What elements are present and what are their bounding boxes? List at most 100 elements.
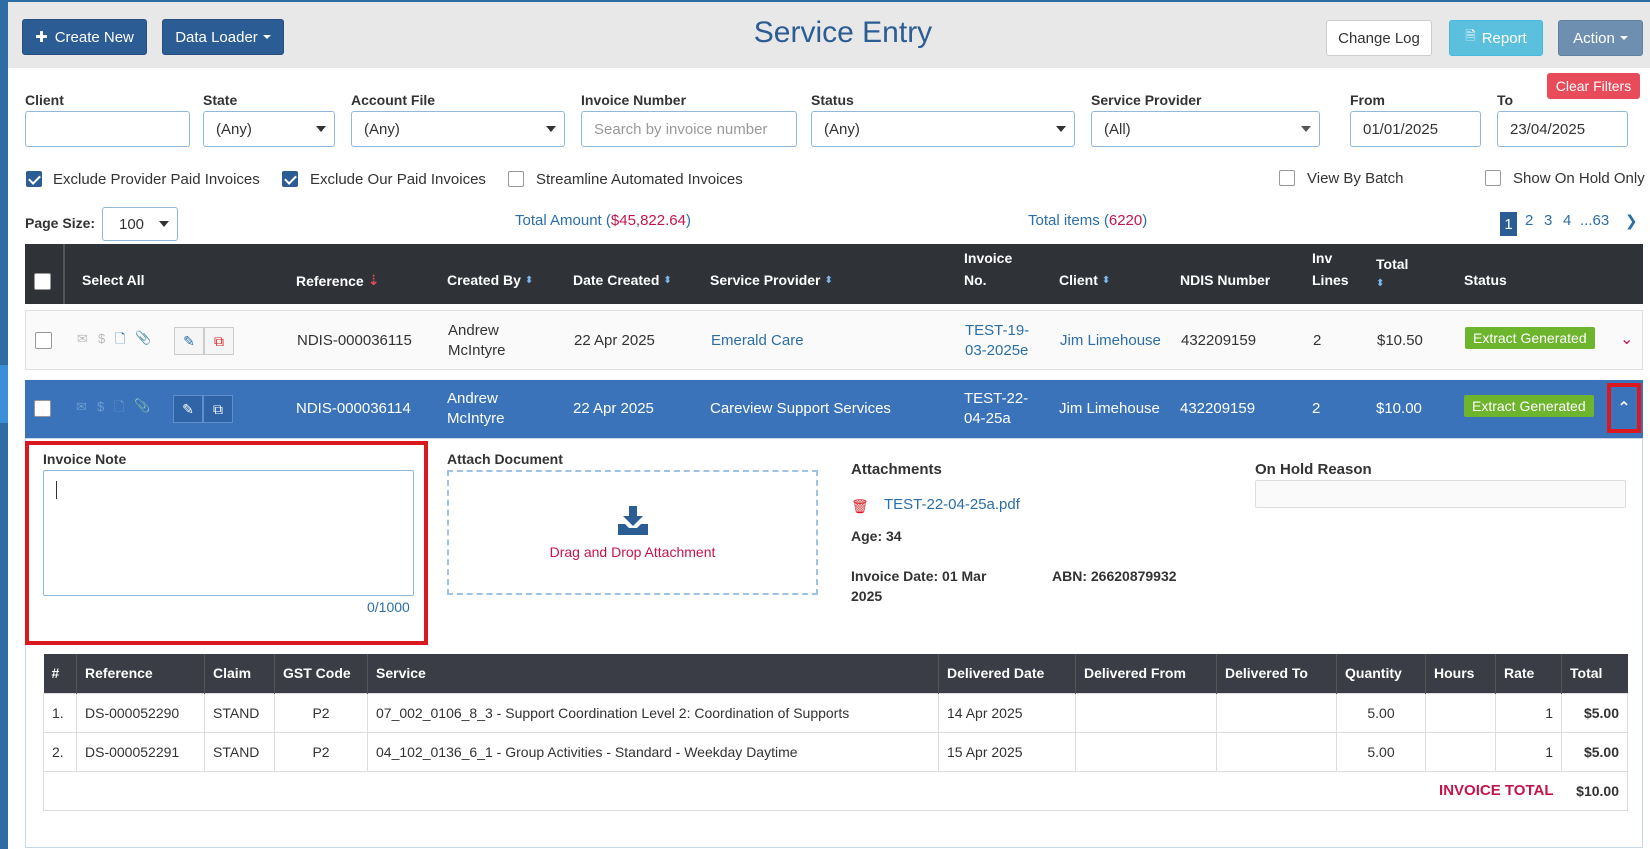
to-date-input[interactable]: 23/04/2025 bbox=[1497, 111, 1628, 147]
chevron-up-icon[interactable]: ⌃ bbox=[1607, 383, 1641, 433]
line-reference: DS-000052291 bbox=[76, 731, 205, 772]
row-date-created: 22 Apr 2025 bbox=[574, 332, 655, 349]
service-provider-header[interactable]: Service Provider ⬍ bbox=[710, 272, 833, 288]
change-log-button[interactable]: Change Log bbox=[1326, 20, 1432, 56]
copy-icon: ⧉ bbox=[214, 332, 224, 349]
row-ndis-number: 432209159 bbox=[1181, 332, 1257, 349]
view-by-batch-checkbox[interactable] bbox=[1279, 170, 1295, 186]
service-provider-select[interactable]: (All) bbox=[1091, 111, 1320, 147]
line-gst-code: P2 bbox=[274, 692, 368, 733]
attachments-label: Attachments bbox=[851, 461, 942, 478]
invoice-number-input[interactable]: Search by invoice number bbox=[581, 111, 797, 147]
row-invoice-link[interactable]: TEST-22- bbox=[964, 389, 1028, 409]
page-header: ✚ Create New Data Loader Service Entry Ch… bbox=[8, 2, 1650, 68]
chevron-down-icon[interactable]: ⌄ bbox=[1620, 329, 1633, 349]
row-invoice-link[interactable]: 04-25a bbox=[964, 409, 1011, 429]
attachment-file-link[interactable]: TEST-22-04-25a.pdf bbox=[884, 496, 1020, 513]
inv-lines-header-2: Lines bbox=[1312, 272, 1349, 288]
page-title: Service Entry bbox=[753, 16, 933, 49]
page-1-button[interactable]: 1 bbox=[1500, 212, 1517, 236]
show-on-hold-checkbox[interactable] bbox=[1485, 170, 1501, 186]
table-row: 2. DS-000052291 STAND P2 04_102_0136_6_1… bbox=[43, 731, 1628, 772]
reference-header[interactable]: Reference ⇣ bbox=[296, 272, 379, 289]
sort-icon: ⬍ bbox=[524, 274, 534, 286]
account-file-select[interactable]: (Any) bbox=[351, 111, 565, 147]
page-63-button[interactable]: ...63 bbox=[1580, 212, 1609, 229]
view-by-batch-label: View By Batch bbox=[1307, 170, 1404, 187]
created-by-header[interactable]: Created By ⬍ bbox=[447, 272, 533, 288]
status-label: Status bbox=[811, 92, 854, 108]
row-checkbox[interactable] bbox=[35, 332, 52, 349]
row-invoice-link[interactable]: 03-2025e bbox=[965, 341, 1028, 361]
select-all-checkbox[interactable] bbox=[34, 273, 51, 290]
file-icon[interactable]: 🗋 bbox=[114, 398, 124, 420]
exclude-our-paid-checkbox[interactable] bbox=[282, 171, 298, 187]
select-all-label: Select All bbox=[82, 272, 145, 288]
row-client-link[interactable]: Jim Limehouse bbox=[1060, 331, 1161, 351]
row-service-provider-link[interactable]: Emerald Care bbox=[711, 331, 804, 351]
invoice-note-label: Invoice Note bbox=[43, 451, 127, 467]
file-icon[interactable]: 🗋 bbox=[115, 330, 125, 352]
select-arrow-icon bbox=[159, 221, 169, 227]
streamline-checkbox[interactable] bbox=[508, 171, 524, 187]
file-excel-icon: 🗎 bbox=[1465, 28, 1476, 43]
select-arrow-icon bbox=[1056, 126, 1066, 132]
table-row-selected[interactable]: ✉ $ 🗋 📎 ✎ ⧉ NDIS-000036114 Andrew McInty… bbox=[25, 380, 1643, 438]
state-select[interactable]: (Any) bbox=[203, 111, 335, 147]
row-checkbox[interactable] bbox=[34, 400, 51, 417]
copy-button[interactable]: ⧉ bbox=[203, 395, 233, 423]
row-date-created: 22 Apr 2025 bbox=[573, 400, 654, 417]
page-4-button[interactable]: 4 bbox=[1563, 212, 1571, 229]
status-badge: Extract Generated bbox=[1464, 395, 1594, 417]
col-total: Total bbox=[1561, 654, 1628, 693]
status-select[interactable]: (Any) bbox=[811, 111, 1075, 147]
clear-filters-button[interactable]: Clear Filters bbox=[1547, 73, 1640, 99]
row-created-by: Andrew bbox=[447, 390, 498, 407]
text-cursor bbox=[56, 481, 57, 499]
total-header[interactable]: Total bbox=[1376, 256, 1408, 272]
row-service-provider-link[interactable]: Careview Support Services bbox=[710, 399, 891, 419]
page-2-button[interactable]: 2 bbox=[1525, 212, 1533, 229]
col-delivered-to: Delivered To bbox=[1216, 654, 1337, 693]
page-3-button[interactable]: 3 bbox=[1544, 212, 1552, 229]
date-created-header[interactable]: Date Created ⬍ bbox=[573, 272, 672, 288]
invoice-total-row: INVOICE TOTAL $10.00 bbox=[43, 770, 1628, 811]
page-size-select[interactable]: 100 bbox=[102, 207, 178, 241]
attachment-drop-zone[interactable]: Drag and Drop Attachment bbox=[447, 470, 818, 595]
invoice-note-textarea[interactable] bbox=[43, 470, 414, 596]
line-delivered-from bbox=[1075, 692, 1217, 733]
table-row: 1. DS-000052290 STAND P2 07_002_0106_8_3… bbox=[43, 692, 1628, 733]
edit-button[interactable]: ✎ bbox=[173, 395, 203, 423]
line-delivered-date: 15 Apr 2025 bbox=[938, 731, 1076, 772]
exclude-our-paid-label: Exclude Our Paid Invoices bbox=[310, 171, 486, 188]
status-badge: Extract Generated bbox=[1465, 327, 1595, 349]
from-date-input[interactable]: 01/01/2025 bbox=[1350, 111, 1481, 147]
age-text: Age: 34 bbox=[851, 528, 902, 544]
edit-button[interactable]: ✎ bbox=[174, 327, 204, 355]
line-gst-code: P2 bbox=[274, 731, 368, 772]
table-header: Select All Reference ⇣ Created By ⬍ Date C… bbox=[25, 244, 1643, 304]
col-service: Service bbox=[367, 654, 939, 693]
on-hold-reason-input[interactable] bbox=[1255, 480, 1626, 508]
row-invoice-link[interactable]: TEST-19- bbox=[965, 321, 1029, 341]
data-loader-button[interactable]: Data Loader bbox=[162, 19, 284, 55]
next-page-icon[interactable]: ❯ bbox=[1625, 212, 1638, 230]
row-reference: NDIS-000036115 bbox=[297, 332, 412, 349]
line-claim: STAND bbox=[204, 692, 275, 733]
trash-icon[interactable]: 🗑 bbox=[851, 498, 869, 515]
line-delivered-to bbox=[1216, 731, 1337, 772]
client-header[interactable]: Client ⬍ bbox=[1059, 272, 1110, 288]
create-new-button[interactable]: ✚ Create New bbox=[22, 19, 147, 55]
table-row[interactable]: ✉ $ 🗋 📎 ✎ ⧉ NDIS-000036115 Andrew McInty… bbox=[25, 310, 1643, 370]
row-created-by: McIntyre bbox=[447, 410, 505, 427]
exclude-provider-paid-checkbox[interactable] bbox=[26, 171, 42, 187]
report-button[interactable]: 🗎 Report bbox=[1449, 20, 1543, 56]
copy-button[interactable]: ⧉ bbox=[204, 327, 234, 355]
service-provider-label: Service Provider bbox=[1091, 92, 1202, 108]
paperclip-icon[interactable]: 📎 bbox=[135, 330, 151, 346]
paperclip-icon[interactable]: 📎 bbox=[134, 398, 150, 414]
download-icon bbox=[617, 505, 648, 535]
row-client-link[interactable]: Jim Limehouse bbox=[1059, 399, 1160, 419]
action-button[interactable]: Action bbox=[1558, 20, 1643, 56]
client-input[interactable] bbox=[25, 111, 190, 147]
